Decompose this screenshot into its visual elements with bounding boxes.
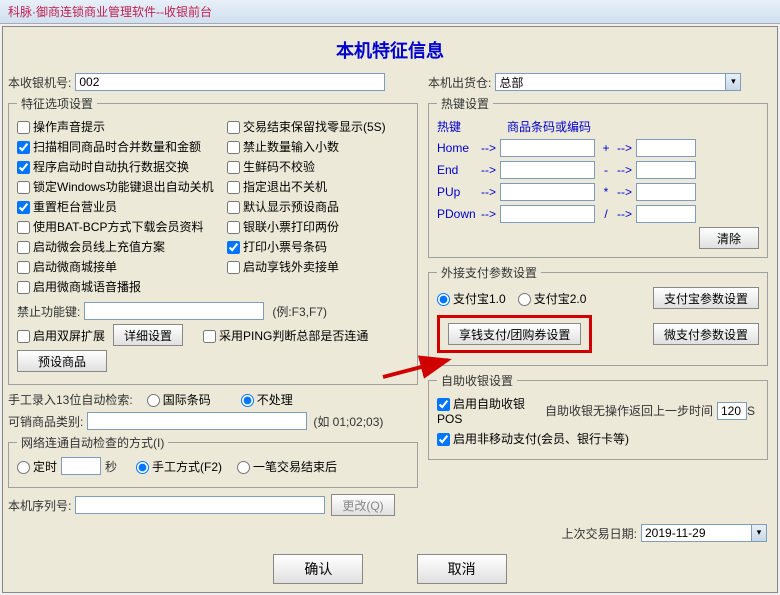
change-serial-button[interactable]: 更改(Q) [331, 494, 394, 516]
netcheck-legend: 网络连通自动检查的方式(I) [17, 434, 168, 451]
feature-cb-left-5[interactable]: 使用BAT-BCP方式下载会员资料 [17, 218, 203, 235]
idle-return-label: 自助收银无操作返回上一步时间 [545, 402, 713, 419]
feature-cb-left-1[interactable]: 扫描相同商品时合并数量和金额 [17, 138, 201, 155]
hotkey-name-1: End [437, 163, 477, 177]
detail-settings-button[interactable]: 详细设置 [113, 324, 183, 346]
warehouse-input[interactable] [495, 73, 725, 91]
hotkey-code-0[interactable] [500, 139, 595, 157]
external-pay-legend: 外接支付参数设置 [437, 264, 541, 281]
self-checkout-group: 自助收银设置 启用自助收银POS 自助收银无操作返回上一步时间 S 启用非移动支… [428, 372, 768, 460]
hotkey-op-target-2[interactable] [636, 183, 696, 201]
hotkey-name-2: PUp [437, 185, 477, 199]
main-window: 本机特征信息 本收银机号: 特征选项设置 操作声音提示扫描相同商品时合并数量和金… [2, 26, 778, 593]
netcheck-seconds-input[interactable] [61, 457, 101, 475]
netcheck-pertrade-radio[interactable]: 一笔交易结束后 [237, 458, 337, 475]
feature-options-legend: 特征选项设置 [17, 95, 97, 112]
preset-products-button[interactable]: 预设商品 [17, 350, 107, 372]
feature-cb-right-4[interactable]: 默认显示预设商品 [227, 198, 339, 215]
warehouse-combo[interactable]: ▾ [495, 73, 741, 91]
feature-cb-left-6[interactable]: 启动微会员线上充值方案 [17, 238, 165, 255]
hotkey-legend: 热键设置 [437, 95, 493, 112]
feature-cb-right-7[interactable]: 启动享钱外卖接单 [227, 258, 339, 275]
chevron-down-icon[interactable]: ▾ [725, 73, 741, 91]
netcheck-timed-radio[interactable]: 定时 [17, 458, 57, 475]
alipay-settings-button[interactable]: 支付宝参数设置 [653, 287, 759, 309]
feature-cb-left-3[interactable]: 锁定Windows功能键退出自动关机 [17, 178, 214, 195]
alipay2-radio[interactable]: 支付宝2.0 [518, 290, 587, 307]
forbid-key-hint: (例:F3,F7) [272, 303, 327, 320]
hotkey-op-target-0[interactable] [636, 139, 696, 157]
enable-self-pos-checkbox[interactable]: 启用自助收银POS [437, 395, 539, 426]
feature-cb-right-0[interactable]: 交易结束保留找零显示(5S) [227, 118, 386, 135]
last-trade-date-input[interactable] [641, 524, 751, 542]
ping-checkbox[interactable]: 采用PING判断总部是否连通 [203, 327, 368, 344]
serial-label: 本机序列号: [8, 497, 71, 514]
clear-hotkey-button[interactable]: 清除 [699, 227, 759, 249]
feature-cb-right-1[interactable]: 禁止数量输入小数 [227, 138, 339, 155]
forbid-key-label: 禁止功能键: [17, 303, 80, 320]
hotkey-code-3[interactable] [500, 205, 595, 223]
feature-cb-left-0[interactable]: 操作声音提示 [17, 118, 105, 135]
serial-input[interactable] [75, 496, 325, 514]
cancel-button[interactable]: 取消 [417, 554, 507, 584]
feature-options-group: 特征选项设置 操作声音提示扫描相同商品时合并数量和金额程序启动时自动执行数据交换… [8, 95, 418, 385]
wechat-pay-settings-button[interactable]: 微支付参数设置 [653, 323, 759, 345]
page-title: 本机特征信息 [8, 37, 772, 63]
window-titlebar: 科脉·御商连锁商业管理软件--收银前台 [0, 0, 780, 24]
hotkey-op-target-1[interactable] [636, 161, 696, 179]
hotkey-code-1[interactable] [500, 161, 595, 179]
no-process-radio[interactable]: 不处理 [241, 391, 293, 408]
feature-cb-left-8[interactable]: 启用微商城语音播报 [17, 278, 141, 295]
warehouse-label: 本机出货仓: [428, 74, 491, 91]
last-trade-label: 上次交易日期: [562, 525, 637, 542]
chevron-down-icon[interactable]: ▾ [751, 524, 767, 542]
saleable-cat-hint: (如 01;02;03) [313, 413, 383, 430]
hotkey-group: 热键设置 热键 商品条码或编码 Home-->+-->End-->--->PUp… [428, 95, 768, 258]
saleable-cat-input[interactable] [87, 412, 307, 430]
netcheck-group: 网络连通自动检查的方式(I) 定时 秒 手工方式(F2) 一笔交易结束后 [8, 434, 418, 488]
idle-seconds-input[interactable] [717, 402, 747, 420]
feature-cb-right-3[interactable]: 指定退出不关机 [227, 178, 327, 195]
netcheck-manual-radio[interactable]: 手工方式(F2) [136, 458, 222, 475]
feature-cb-right-6[interactable]: 打印小票号条码 [227, 238, 327, 255]
feature-cb-left-4[interactable]: 重置柜台营业员 [17, 198, 117, 215]
pos-no-input[interactable] [75, 73, 385, 91]
dualscreen-checkbox[interactable]: 启用双屏扩展 [17, 327, 105, 344]
ok-button[interactable]: 确认 [273, 554, 363, 584]
netcheck-sec-label: 秒 [105, 458, 117, 475]
saleable-cat-label: 可销商品类别: [8, 413, 83, 430]
intl-barcode-radio[interactable]: 国际条码 [147, 391, 211, 408]
hotkey-name-3: PDown [437, 207, 477, 221]
hotkey-name-0: Home [437, 141, 477, 155]
last-trade-date-combo[interactable]: ▾ [641, 524, 767, 542]
hotkey-hdr-code: 商品条码或编码 [507, 118, 591, 135]
pos-no-label: 本收银机号: [8, 74, 71, 91]
external-pay-group: 外接支付参数设置 支付宝1.0 支付宝2.0 支付宝参数设置 享钱支付/团购券设… [428, 264, 768, 366]
manual-13-label: 手工录入13位自动检索: [8, 391, 133, 408]
feature-cb-right-2[interactable]: 生鲜码不校验 [227, 158, 315, 175]
feature-cb-left-7[interactable]: 启动微商城接单 [17, 258, 117, 275]
feature-cb-right-5[interactable]: 银联小票打印两份 [227, 218, 339, 235]
xiangqian-pay-button[interactable]: 享钱支付/团购券设置 [448, 323, 581, 345]
enable-nonmobile-pay-checkbox[interactable]: 启用非移动支付(会员、银行卡等) [437, 430, 629, 447]
forbid-key-input[interactable] [84, 302, 264, 320]
hotkey-hdr-key: 热键 [437, 118, 487, 135]
idle-unit-label: S [747, 404, 755, 418]
self-checkout-legend: 自助收银设置 [437, 372, 517, 389]
hotkey-op-target-3[interactable] [636, 205, 696, 223]
hotkey-code-2[interactable] [500, 183, 595, 201]
feature-cb-left-2[interactable]: 程序启动时自动执行数据交换 [17, 158, 189, 175]
alipay1-radio[interactable]: 支付宝1.0 [437, 290, 506, 307]
